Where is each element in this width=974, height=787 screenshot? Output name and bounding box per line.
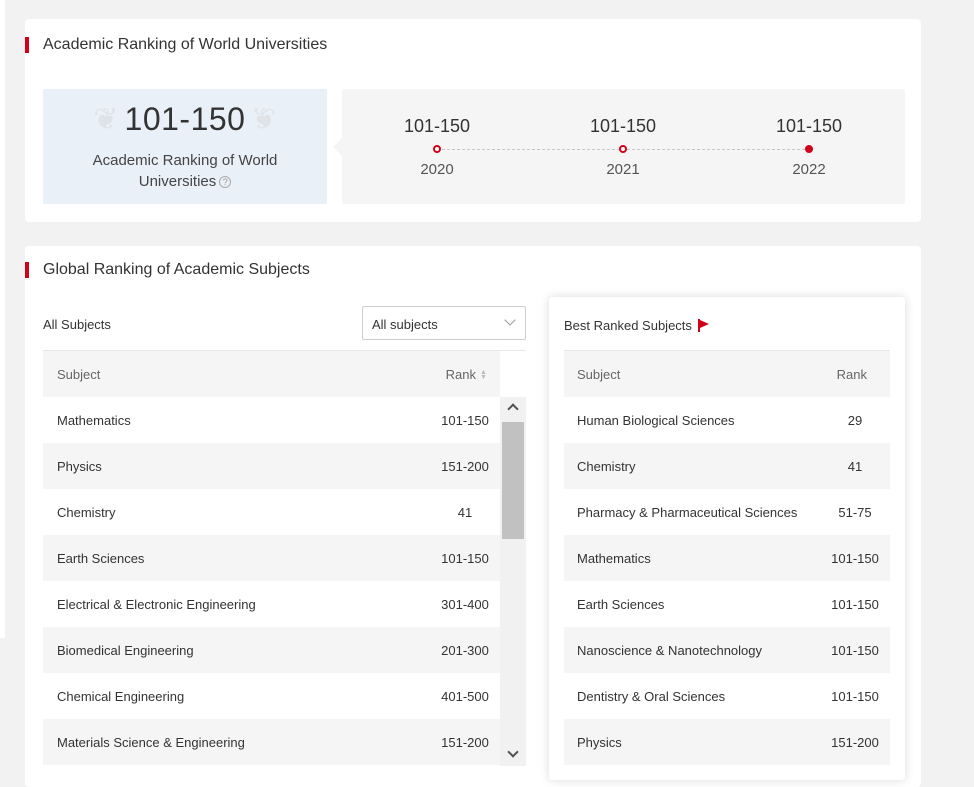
subject-filter-value: All subjects — [372, 317, 438, 332]
flag-icon — [697, 319, 710, 332]
row-rank: 301-400 — [441, 596, 489, 612]
chevron-down-icon — [504, 314, 516, 326]
all-subjects-label: All Subjects — [43, 317, 111, 332]
subjects-table-header: Subject Rank ▲ ▼ — [43, 351, 500, 397]
table-row: Human Biological Sciences 29 — [564, 397, 890, 443]
col-rank-label: Rank — [445, 366, 476, 382]
row-rank: 151-200 — [831, 734, 879, 750]
row-subject: Earth Sciences — [577, 596, 665, 612]
table-row: Chemistry 41 — [43, 489, 500, 535]
arwu-current-rank-panel: ❦ 101-150 ❦ Academic Ranking of World Un… — [43, 89, 327, 204]
arwu-section-title: Academic Ranking of World Universities — [25, 36, 327, 54]
gras-section-title: Global Ranking of Academic Subjects — [25, 261, 310, 279]
timeline-year: 2021 — [606, 161, 640, 178]
table-row: Mathematics 101-150 — [43, 397, 500, 443]
table-row: Pharmacy & Pharmaceutical Sciences 51-75 — [564, 489, 890, 535]
arwu-caption: Academic Ranking of World Universities? — [43, 150, 327, 192]
row-subject: Chemistry — [57, 504, 116, 520]
best-ranked-title: Best Ranked Subjects — [564, 318, 692, 333]
timeline-rank: 101-150 — [589, 116, 657, 136]
row-subject: Physics — [577, 734, 622, 750]
col-subject: Subject — [57, 366, 101, 382]
left-panel-edge — [0, 0, 5, 638]
scroll-down-icon[interactable] — [507, 746, 519, 758]
row-rank: 41 — [457, 504, 473, 520]
col-subject: Subject — [577, 366, 621, 382]
row-rank: 41 — [847, 458, 863, 474]
scroll-up-icon[interactable] — [507, 403, 519, 415]
row-rank: 101-150 — [831, 688, 879, 704]
row-subject: Dentistry & Oral Sciences — [577, 688, 726, 704]
timeline-year: 2022 — [792, 161, 826, 178]
subjects-scrollbar[interactable] — [500, 397, 526, 766]
best-ranked-panel: Best Ranked Subjects Subject Rank Human … — [549, 297, 905, 780]
row-subject: Mathematics — [577, 550, 651, 566]
row-subject: Nanoscience & Nanotechnology — [577, 642, 763, 658]
col-rank: Rank — [836, 366, 867, 382]
arwu-card: Academic Ranking of World Universities ❦… — [25, 19, 921, 222]
row-rank: 101-150 — [831, 596, 879, 612]
sort-icon[interactable]: ▲ ▼ — [480, 369, 487, 381]
row-rank: 401-500 — [441, 688, 489, 704]
timeline-dot — [619, 145, 627, 153]
col-rank-sortable[interactable]: Rank ▲ ▼ — [445, 366, 487, 382]
subjects-table: Subject Rank ▲ ▼ Mathematics 101-150 Physic… — [43, 351, 500, 765]
best-ranked-table: Subject Rank Human Biological Sciences 29… — [564, 351, 890, 765]
table-row: Chemistry 41 — [564, 443, 890, 489]
best-table-header: Subject Rank — [564, 351, 890, 397]
row-subject: Electrical & Electronic Engineering — [57, 596, 256, 612]
subject-filter-select[interactable]: All subjects — [362, 306, 526, 340]
timeline-year: 2020 — [420, 161, 454, 178]
scrollbar-thumb[interactable] — [502, 422, 524, 539]
table-row: Chemical Engineering 401-500 — [43, 673, 500, 719]
title-accent-bar — [25, 262, 29, 278]
row-subject: Chemistry — [577, 458, 636, 474]
row-subject: Materials Science & Engineering — [57, 734, 245, 750]
help-icon[interactable]: ? — [219, 176, 232, 189]
timeline-rank: 101-150 — [775, 116, 843, 136]
row-rank: 101-150 — [441, 550, 489, 566]
row-subject: Biomedical Engineering — [57, 642, 194, 658]
laurel-left-icon: ❦ — [93, 102, 119, 136]
table-row: Nanoscience & Nanotechnology 101-150 — [564, 627, 890, 673]
table-row: Materials Science & Engineering 151-200 — [43, 719, 500, 765]
table-row: Earth Sciences 101-150 — [43, 535, 500, 581]
table-row: Mathematics 101-150 — [564, 535, 890, 581]
row-rank: 101-150 — [831, 642, 879, 658]
table-row: Dentistry & Oral Sciences 101-150 — [564, 673, 890, 719]
timeline-rank: 101-150 — [403, 116, 471, 136]
row-rank: 151-200 — [441, 458, 489, 474]
row-subject: Physics — [57, 458, 102, 474]
row-rank: 101-150 — [831, 550, 879, 566]
table-row: Earth Sciences 101-150 — [564, 581, 890, 627]
arwu-rank-timeline: 101-150 2020 101-150 2021 101-150 2022 — [333, 89, 905, 204]
gras-card: Global Ranking of Academic Subjects All … — [25, 246, 921, 787]
title-accent-bar — [25, 37, 29, 53]
row-subject: Pharmacy & Pharmaceutical Sciences — [577, 504, 798, 520]
row-subject: Chemical Engineering — [57, 688, 185, 704]
row-rank: 29 — [847, 412, 863, 428]
table-row: Biomedical Engineering 201-300 — [43, 627, 500, 673]
arwu-caption-line1: Academic Ranking of World — [92, 152, 278, 169]
best-ranked-header: Best Ranked Subjects — [564, 318, 710, 333]
row-subject: Earth Sciences — [57, 550, 145, 566]
table-row: Physics 151-200 — [43, 443, 500, 489]
table-row: Physics 151-200 — [564, 719, 890, 765]
row-subject: Human Biological Sciences — [577, 412, 735, 428]
row-rank: 151-200 — [441, 734, 489, 750]
row-rank: 51-75 — [838, 504, 872, 520]
row-subject: Mathematics — [57, 412, 131, 428]
timeline-dot — [433, 145, 441, 153]
row-rank: 101-150 — [441, 412, 489, 428]
row-rank: 201-300 — [441, 642, 489, 658]
table-row: Electrical & Electronic Engineering 301-4… — [43, 581, 500, 627]
gras-title-text: Global Ranking of Academic Subjects — [43, 261, 310, 278]
arwu-title-text: Academic Ranking of World Universities — [43, 36, 328, 53]
laurel-right-icon: ❦ — [251, 102, 277, 136]
timeline-dot-current — [805, 145, 813, 153]
arwu-current-rank: 101-150 — [124, 101, 246, 137]
arwu-caption-line2: Universities — [138, 173, 217, 190]
